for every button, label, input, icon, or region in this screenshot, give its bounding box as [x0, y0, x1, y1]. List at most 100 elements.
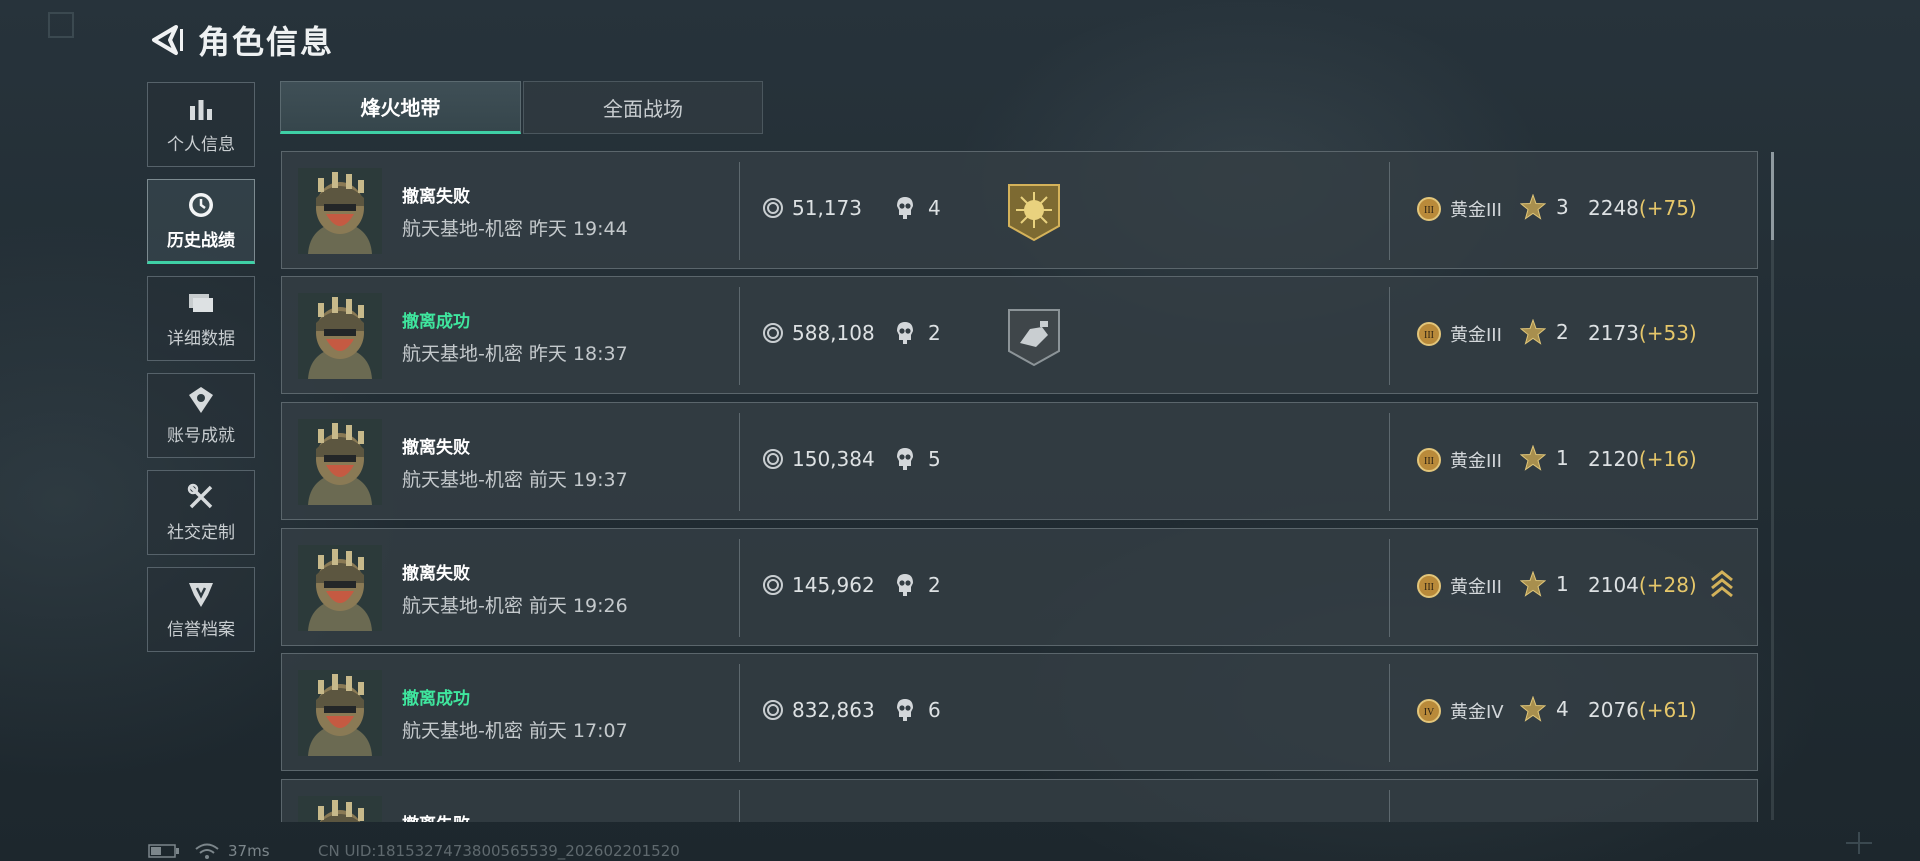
tab-warzone[interactable]: 烽火地带: [280, 81, 521, 134]
battery-icon: [148, 844, 179, 858]
match-location-time: 航天基地-机密 前天 19:37: [402, 469, 628, 491]
sidebar-item-match-history[interactable]: 历史战绩: [147, 179, 255, 264]
coin-icon: [763, 449, 783, 469]
kill-count: 2: [894, 321, 941, 345]
rank-text: 黄金III: [1450, 200, 1502, 221]
sidebar-item-label: 信誉档案: [167, 620, 235, 640]
rank-score: 2120(+16): [1588, 447, 1697, 471]
rank-score: 2104(+28): [1588, 573, 1697, 597]
divider: [739, 664, 740, 762]
operator-avatar: [298, 796, 382, 822]
match-location-time: 航天基地-机密 前天 19:26: [402, 595, 628, 617]
loot-value: 51,173: [762, 196, 862, 220]
sidebar-item-label: 个人信息: [167, 135, 235, 155]
kill-count: 6: [894, 698, 941, 722]
star-count: 3: [1520, 194, 1569, 220]
rank-text: 黄金III: [1450, 577, 1502, 598]
rank-score: 2076(+61): [1588, 698, 1697, 722]
sidebar-item-social[interactable]: 社交定制: [147, 470, 255, 555]
gold-star-badge-icon: [1008, 184, 1060, 242]
match-result: 撤离失败: [402, 810, 470, 822]
skull-icon: [897, 574, 913, 596]
loot-value: 145,962: [762, 573, 875, 597]
star-count: 1: [1520, 571, 1569, 597]
sidebar-item-label: 社交定制: [167, 523, 235, 543]
divider: [1389, 664, 1390, 762]
svg-text:III: III: [1424, 456, 1434, 467]
rank-text: 黄金IV: [1450, 702, 1504, 723]
rank-info: III 黄金III: [1416, 196, 1502, 222]
rank-text: 黄金III: [1450, 451, 1502, 472]
match-row[interactable]: 撤离成功 航天基地-机密 昨天 18:37 588,108 2 III 黄金III 2 217…: [281, 276, 1758, 394]
match-result: 撤离失败: [402, 187, 470, 207]
tools-icon: [186, 482, 216, 512]
star-count: 1: [1520, 445, 1569, 471]
operator-avatar: [298, 419, 382, 505]
divider: [1389, 539, 1390, 637]
match-result: 撤离失败: [402, 438, 470, 458]
divider: [739, 162, 740, 260]
sidebar-item-personal-info[interactable]: 个人信息: [147, 82, 255, 167]
rank-score-value: 2104: [1588, 573, 1639, 597]
svg-text:III: III: [1424, 205, 1434, 216]
match-result: 撤离成功: [402, 312, 470, 332]
kill-count-text: 5: [928, 447, 941, 471]
kill-count-text: 2: [928, 321, 941, 345]
rank-info: IV 黄金IV: [1416, 698, 1504, 724]
divider: [1389, 413, 1390, 511]
loot-value-text: 145,962: [792, 573, 875, 597]
mode-tabs: 烽火地带 全面战场: [280, 81, 763, 134]
scrollbar-track[interactable]: [1771, 152, 1774, 820]
coin-icon: [763, 700, 783, 720]
page-header: 角色信息: [148, 18, 334, 62]
rank-score-delta: (+75): [1638, 196, 1697, 220]
operator-avatar: [298, 293, 382, 379]
folders-icon: [186, 288, 216, 318]
rank-info: III 黄金III: [1416, 447, 1502, 473]
star-count-text: 3: [1556, 195, 1569, 219]
match-list[interactable]: 撤离失败 航天基地-机密 昨天 19:44 51,173 4 III 黄金III 3 2248…: [281, 151, 1758, 822]
star-count: 4: [1520, 696, 1569, 722]
coin-icon: [763, 198, 783, 218]
sidebar-item-reputation[interactable]: 信誉档案: [147, 567, 255, 652]
corner-square-icon: [48, 12, 74, 38]
star-icon: [1520, 696, 1546, 722]
back-button[interactable]: [148, 20, 186, 60]
loot-value-text: 150,384: [792, 447, 875, 471]
match-row[interactable]: 撤离失败: [281, 779, 1758, 822]
skull-icon: [897, 197, 913, 219]
tab-battlefield[interactable]: 全面战场: [523, 81, 763, 134]
sidebar-item-detailed-data[interactable]: 详细数据: [147, 276, 255, 361]
match-result: 撤离失败: [402, 564, 470, 584]
bar-chart-icon: [187, 94, 215, 124]
rank-score-delta: (+61): [1638, 698, 1697, 722]
kill-count: 5: [894, 447, 941, 471]
divider: [1389, 287, 1390, 385]
achievement-icon: [186, 385, 216, 415]
sidebar-item-achievements[interactable]: 账号成就: [147, 373, 255, 458]
star-icon: [1520, 194, 1546, 220]
ping-text: 37ms: [228, 842, 270, 860]
skull-icon: [897, 322, 913, 344]
match-row[interactable]: 撤离失败航天基地-机密 前天 19:37 150,384 5 III 黄金III 1 212…: [281, 402, 1758, 520]
rank-medal-icon: III: [1417, 322, 1441, 346]
rank-score-delta: (+53): [1638, 321, 1697, 345]
match-row[interactable]: 撤离失败 航天基地-机密 前天 19:26 145,962 2 III 黄金III 1 210…: [281, 528, 1758, 646]
star-icon: [1520, 571, 1546, 597]
divider: [739, 790, 740, 822]
match-row[interactable]: 撤离失败 航天基地-机密 昨天 19:44 51,173 4 III 黄金III 3 2248…: [281, 151, 1758, 269]
rank-medal-icon: IV: [1417, 699, 1441, 723]
loot-value: 150,384: [762, 447, 875, 471]
match-location-time: 航天基地-机密 前天 17:07: [402, 720, 628, 742]
match-row[interactable]: 撤离成功 航天基地-机密 前天 17:07 832,863 6 IV 黄金IV 4 2076(…: [281, 653, 1758, 771]
match-location-time: 航天基地-机密 昨天 19:44: [402, 218, 628, 240]
uid-text: CN UID:1815327473800565539_202602201520: [318, 842, 680, 860]
scrollbar-thumb[interactable]: [1771, 152, 1774, 240]
rank-score-value: 2120: [1588, 447, 1639, 471]
divider: [739, 413, 740, 511]
kill-count-text: 4: [928, 196, 941, 220]
sidebar: 个人信息 历史战绩 详细数据 账号成就 社交定制 信誉档案: [147, 82, 257, 664]
kill-count: 2: [894, 573, 941, 597]
sidebar-item-label: 详细数据: [167, 329, 235, 349]
crosshair-icon: [1846, 832, 1872, 854]
